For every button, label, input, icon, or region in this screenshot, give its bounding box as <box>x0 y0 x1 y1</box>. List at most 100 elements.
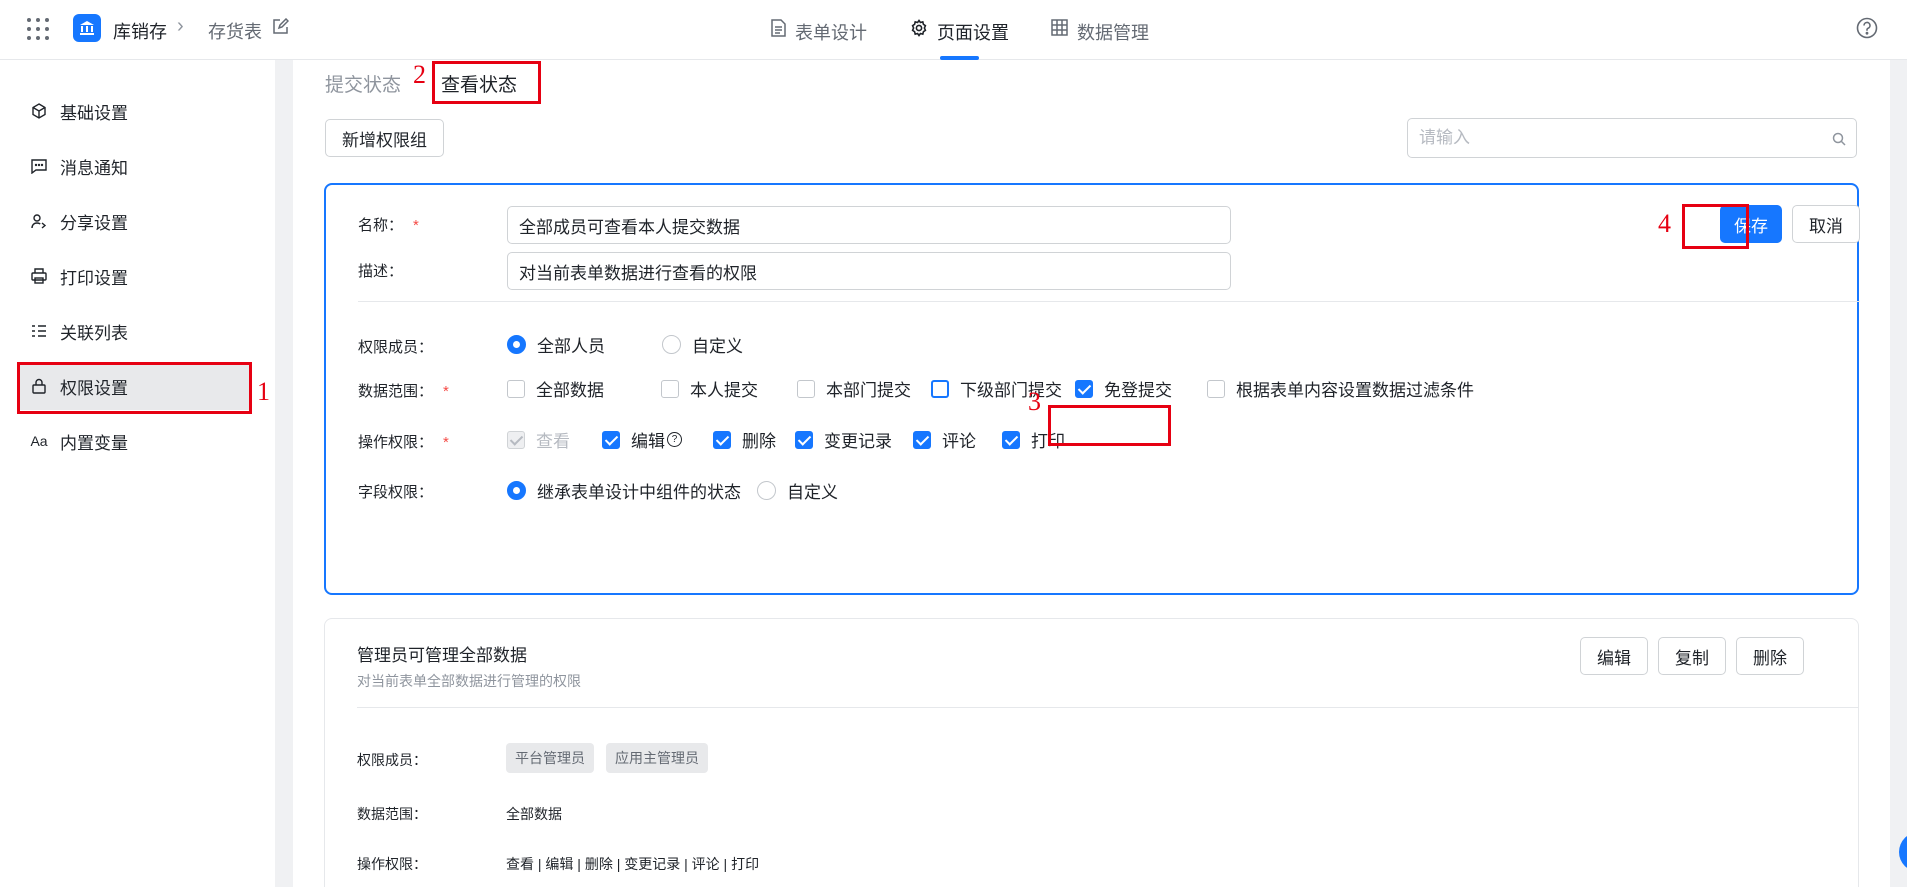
tab-label: 表单设计 <box>795 23 867 43</box>
permission-group-edit-card: 名称：* 描述： 保存 取消 权限成员： 全部人员 自定义 数据范围：* 全部数… <box>324 183 1860 595</box>
op-print-checkbox[interactable]: 打印 <box>1002 427 1065 452</box>
radio-icon <box>507 335 526 354</box>
checkbox-icon <box>1207 379 1225 398</box>
checkbox-icon <box>507 430 525 449</box>
name-label: 名称： * <box>358 217 419 234</box>
option-label: 本人提交 <box>690 381 758 400</box>
scope-sub-department-submitted-checkbox[interactable]: 下级部门提交 <box>931 376 1062 401</box>
add-permission-group-button[interactable]: 新增权限组 <box>325 119 444 157</box>
help-circle-icon[interactable]: ? <box>667 432 682 447</box>
message-icon <box>30 157 48 175</box>
scope-department-submitted-checkbox[interactable]: 本部门提交 <box>797 376 911 401</box>
option-label: 全部数据 <box>536 381 604 400</box>
option-label: 本部门提交 <box>826 381 911 400</box>
member-tag: 应用主管理员 <box>606 743 708 773</box>
description-input[interactable] <box>507 252 1231 290</box>
sidebar: 基础设置 消息通知 分享设置 打印设置 关联列表 权限设置 Aa 内置变量 <box>0 60 275 887</box>
app-name[interactable]: 库销存 <box>113 18 167 44</box>
form-name: 存货表 <box>208 22 262 42</box>
search-input[interactable] <box>1408 119 1808 157</box>
copy-group-button[interactable]: 复制 <box>1658 637 1726 675</box>
scope-filter-conditions-checkbox[interactable]: 根据表单内容设置数据过滤条件 <box>1207 376 1474 401</box>
sidebar-item-permission-settings[interactable]: 权限设置 <box>20 362 250 410</box>
top-bar: 库销存 › 存货表 表单设计 页面设置 数据管理 <box>0 0 1907 60</box>
tab-page-settings[interactable]: 页面设置 <box>910 19 1009 60</box>
members-label: 权限成员： <box>357 752 427 768</box>
sidebar-item-label: 打印设置 <box>60 268 128 288</box>
edit-icon[interactable] <box>272 17 290 40</box>
op-change-log-checkbox[interactable]: 变更记录 <box>795 427 892 452</box>
scope-all-data-checkbox[interactable]: 全部数据 <box>507 376 604 401</box>
help-icon[interactable] <box>1856 17 1878 44</box>
sidebar-item-print-settings[interactable]: 打印设置 <box>20 252 250 300</box>
chevron-right-icon: › <box>177 15 184 37</box>
scope-self-submitted-checkbox[interactable]: 本人提交 <box>661 376 758 401</box>
main-panel: 提交状态 查看状态 新增权限组 名称：* 描述： 保存 取消 权限成员： 全部人… <box>293 60 1890 887</box>
option-label: 继承表单设计中组件的状态 <box>537 483 741 502</box>
sidebar-item-label: 基础设置 <box>60 103 128 123</box>
option-label: 评论 <box>942 432 976 451</box>
floating-assistant-button[interactable] <box>1899 832 1907 872</box>
members-label: 权限成员： <box>358 339 434 356</box>
checkbox-icon <box>661 379 679 398</box>
sub-tab-view-status[interactable]: 查看状态 <box>441 70 517 97</box>
permission-group-card: 管理员可管理全部数据 对当前表单全部数据进行管理的权限 编辑 复制 删除 权限成… <box>324 618 1859 887</box>
member-tag: 平台管理员 <box>506 743 594 773</box>
option-label: 免登提交 <box>1104 381 1172 400</box>
tab-data-management[interactable]: 数据管理 <box>1051 19 1149 60</box>
app-grid-icon[interactable] <box>27 18 49 40</box>
group-description: 对当前表单全部数据进行管理的权限 <box>357 673 581 689</box>
sidebar-item-built-in-variables[interactable]: Aa 内置变量 <box>20 417 250 465</box>
sidebar-item-notifications[interactable]: 消息通知 <box>20 142 250 190</box>
list-icon <box>30 322 48 340</box>
tab-form-design[interactable]: 表单设计 <box>771 19 867 60</box>
group-title: 管理员可管理全部数据 <box>357 646 527 665</box>
delete-group-button[interactable]: 删除 <box>1736 637 1804 675</box>
option-label: 打印 <box>1031 432 1065 451</box>
scope-anonymous-submitted-checkbox[interactable]: 免登提交 <box>1075 376 1172 401</box>
sidebar-item-basic-settings[interactable]: 基础设置 <box>20 87 250 135</box>
checkbox-icon <box>797 379 815 398</box>
radio-icon <box>662 335 681 354</box>
checkbox-icon <box>602 430 620 449</box>
required-mark: * <box>443 434 449 451</box>
divider <box>358 301 1860 302</box>
tab-label: 数据管理 <box>1077 23 1149 43</box>
op-edit-checkbox[interactable]: 编辑 ? <box>602 427 682 452</box>
field-custom-radio[interactable]: 自定义 <box>757 478 838 503</box>
sidebar-item-label: 内置变量 <box>60 433 128 453</box>
sidebar-item-share-settings[interactable]: 分享设置 <box>20 197 250 245</box>
annotation-number: 4 <box>1658 209 1671 238</box>
operations-value: 查看 | 编辑 | 删除 | 变更记录 | 评论 | 打印 <box>506 856 760 872</box>
checkbox-icon <box>795 430 813 449</box>
sidebar-item-related-list[interactable]: 关联列表 <box>20 307 250 355</box>
data-scope-label: 数据范围： * <box>358 383 449 400</box>
search-icon[interactable] <box>1832 131 1846 151</box>
cancel-button[interactable]: 取消 <box>1792 205 1860 243</box>
op-comment-checkbox[interactable]: 评论 <box>913 427 976 452</box>
required-mark: * <box>413 217 419 234</box>
gear-icon <box>910 19 928 42</box>
edit-group-button[interactable]: 编辑 <box>1580 637 1648 675</box>
option-label: 全部人员 <box>537 337 605 356</box>
members-custom-radio[interactable]: 自定义 <box>662 332 743 357</box>
radio-icon <box>757 481 776 500</box>
text-variable-icon: Aa <box>30 433 48 449</box>
operations-label: 操作权限： * <box>358 434 449 451</box>
sub-tab-submit-status[interactable]: 提交状态 <box>325 70 401 97</box>
table-icon <box>1051 19 1068 41</box>
option-label: 根据表单内容设置数据过滤条件 <box>1236 381 1474 400</box>
description-label: 描述： <box>358 263 404 280</box>
field-inherit-radio[interactable]: 继承表单设计中组件的状态 <box>507 478 741 503</box>
data-scope-label: 数据范围： <box>357 806 427 822</box>
option-label: 自定义 <box>692 337 743 356</box>
members-all-radio[interactable]: 全部人员 <box>507 332 605 357</box>
checkbox-icon <box>1075 379 1093 398</box>
annotation-number: 1 <box>257 377 270 406</box>
radio-icon <box>507 481 526 500</box>
name-input[interactable] <box>507 206 1231 244</box>
op-delete-checkbox[interactable]: 删除 <box>713 427 776 452</box>
option-label: 变更记录 <box>824 432 892 451</box>
save-button[interactable]: 保存 <box>1720 205 1782 243</box>
document-icon <box>771 19 786 42</box>
